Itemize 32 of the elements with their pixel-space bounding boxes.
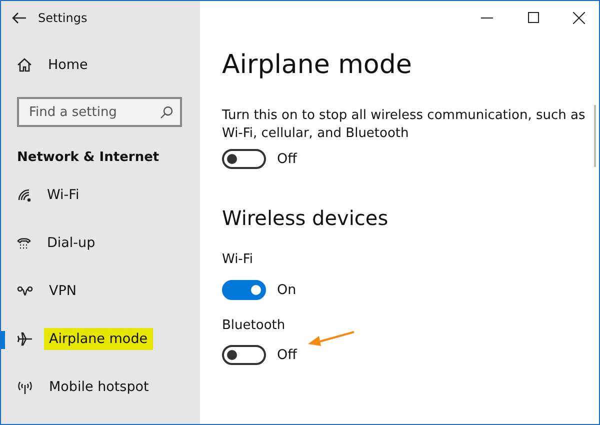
toggle-switch[interactable] (222, 345, 266, 365)
device-label: Wi-Fi (222, 251, 254, 269)
nav-item[interactable]: Mobile hotspot (49, 379, 149, 395)
scroll-bar[interactable] (594, 105, 596, 167)
toggle-state-label: On (277, 282, 296, 298)
minimize-icon[interactable] (481, 16, 493, 18)
toggle-state-label: Off (277, 151, 297, 167)
telephone-icon (17, 236, 31, 250)
section-heading: Wireless devices (222, 205, 390, 232)
nav-item[interactable]: VPN (49, 283, 76, 299)
antenna-icon (17, 380, 33, 394)
nav-item[interactable]: Dial-up (47, 235, 96, 251)
wifi-icon (17, 188, 31, 202)
back-arrow-icon[interactable] (12, 12, 26, 24)
toggle-switch[interactable] (222, 149, 266, 169)
search-icon (160, 106, 173, 119)
search-field[interactable]: Find a setting (17, 97, 182, 127)
maximize-icon[interactable] (528, 12, 538, 23)
airplane-icon (17, 332, 33, 346)
page-title: Airplane mode (222, 49, 413, 82)
home-icon (17, 58, 32, 72)
toggle-state-label: Off (277, 347, 297, 363)
window-title: Settings (38, 10, 88, 24)
home-link[interactable]: Home (48, 57, 88, 73)
section-heading: Network & Internet (17, 149, 160, 167)
close-icon[interactable] (573, 12, 585, 24)
vpn-icon (17, 285, 33, 297)
device-label: Bluetooth (222, 317, 286, 335)
toggle-switch[interactable] (222, 280, 266, 300)
nav-item[interactable]: Wi-Fi (47, 187, 80, 203)
nav-item[interactable]: Airplane mode (44, 328, 153, 350)
description-text: Turn this on to stop all wireless communication, such as Wi-Fi, cellular, and Bluetooth (222, 107, 586, 143)
